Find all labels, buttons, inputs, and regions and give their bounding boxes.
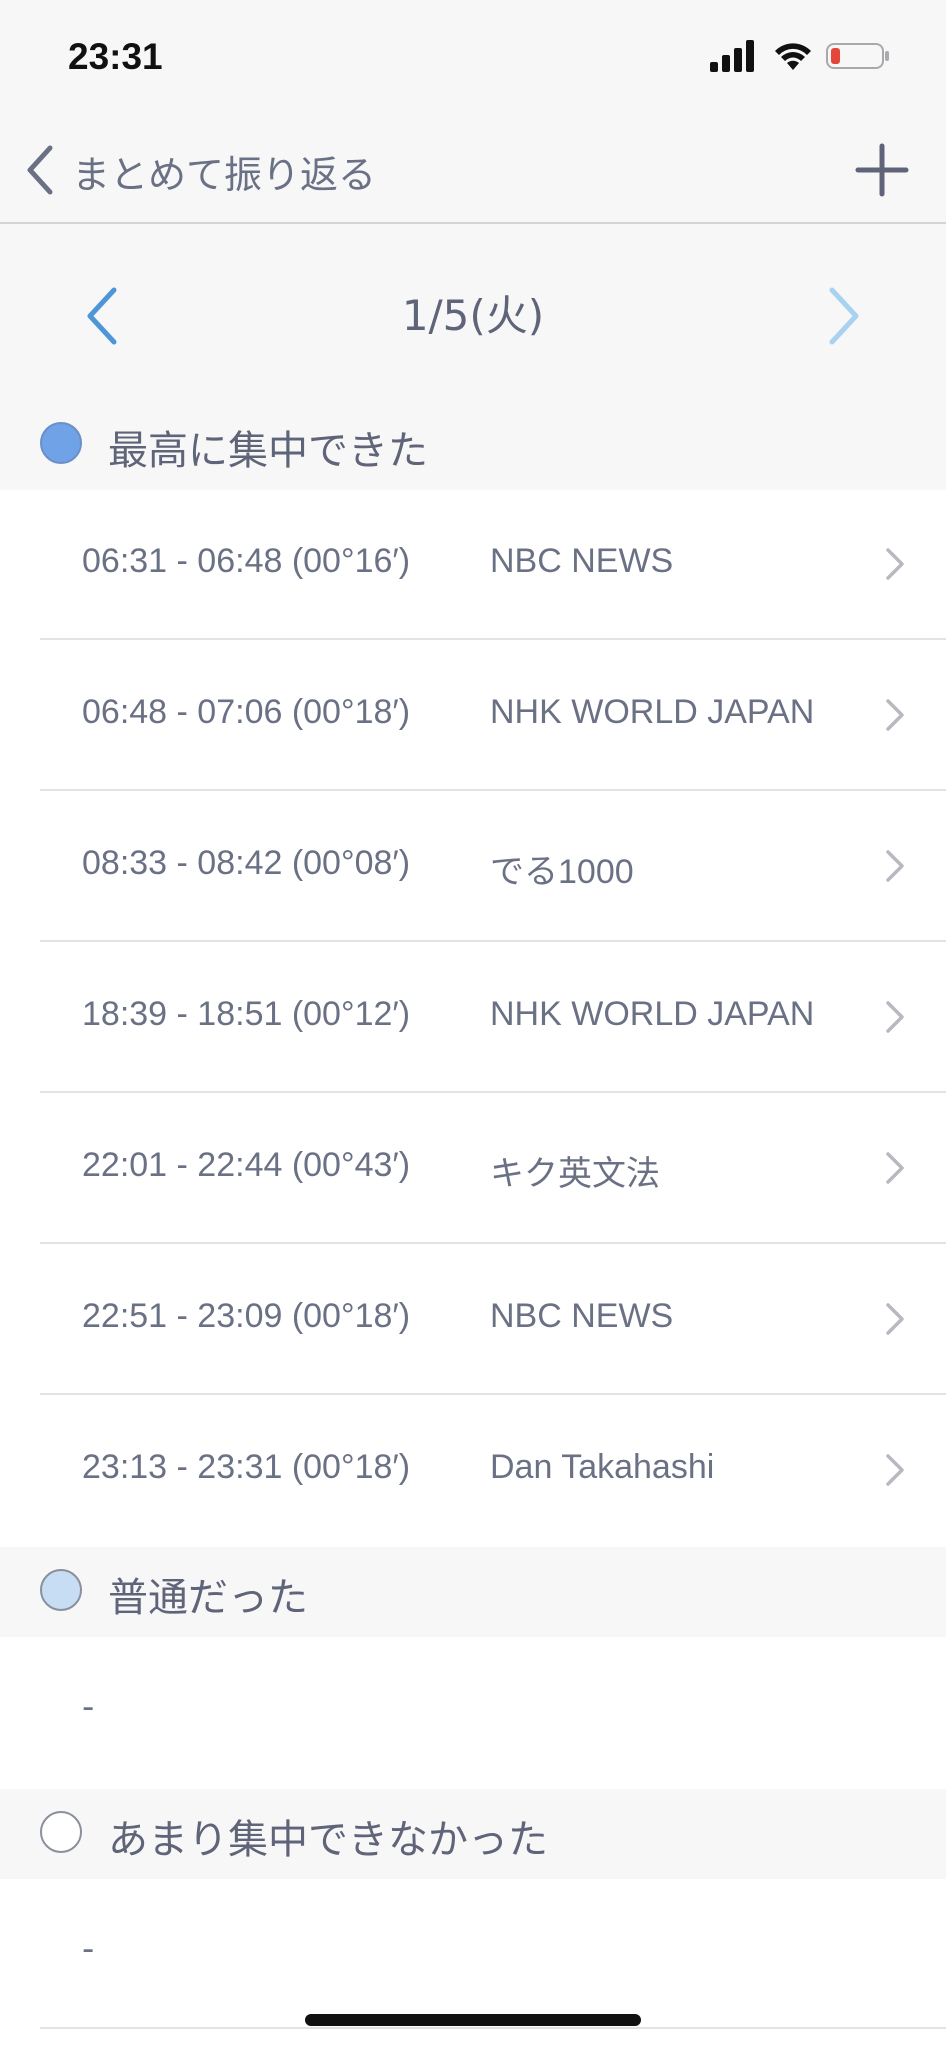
list-item[interactable]: 23:13 - 23:31 (00°18′) Dan Takahashi (0, 1396, 946, 1546)
chevron-right-icon (886, 699, 904, 731)
list-item[interactable]: 06:31 - 06:48 (00°16′) NBC NEWS (0, 490, 946, 640)
chevron-right-icon (886, 1001, 904, 1033)
focus-level-dot (40, 1811, 82, 1853)
focus-level-dot (40, 422, 82, 464)
row-divider (40, 638, 946, 640)
back-chevron-icon[interactable] (20, 140, 60, 200)
status-icons (710, 40, 910, 76)
cellular-signal-icon (710, 40, 754, 72)
add-icon[interactable] (854, 142, 910, 198)
session-time: 22:51 - 23:09 (00°18′) (82, 1297, 411, 1335)
home-indicator[interactable] (305, 2014, 641, 2026)
focus-level-dot (40, 1569, 82, 1611)
session-time: 22:01 - 22:44 (00°43′) (82, 1146, 411, 1184)
section-header-poor: あまり集中できなかった (0, 1789, 946, 1879)
row-divider (40, 1242, 946, 1244)
section-header-normal: 普通だった (0, 1547, 946, 1637)
session-title: Dan Takahashi (490, 1448, 715, 1486)
session-title: NBC NEWS (490, 1297, 674, 1335)
session-title: NBC NEWS (490, 542, 674, 580)
section-label: 普通だった (108, 1575, 308, 1621)
session-time: 08:33 - 08:42 (00°08′) (82, 844, 411, 882)
chevron-right-icon (886, 548, 904, 580)
session-time: 23:13 - 23:31 (00°18′) (82, 1448, 411, 1486)
empty-list-item: - (0, 1879, 946, 2029)
empty-placeholder: - (82, 1929, 95, 1969)
row-divider (40, 789, 946, 791)
current-date: 1/5(火) (401, 291, 545, 340)
row-divider (40, 1091, 946, 1093)
status-bar: 23:31 (0, 0, 946, 120)
session-title: NHK WORLD JAPAN (490, 995, 815, 1033)
next-day-icon[interactable] (824, 284, 864, 348)
empty-placeholder: - (82, 1687, 95, 1727)
row-divider (40, 940, 946, 942)
list-item[interactable]: 08:33 - 08:42 (00°08′) でる1000 (0, 792, 946, 942)
section-label: 最高に集中できた (108, 428, 428, 474)
row-divider (40, 1393, 946, 1395)
chevron-right-icon (886, 1152, 904, 1184)
battery-icon (826, 43, 889, 69)
list-item[interactable]: 18:39 - 18:51 (00°12′) NHK WORLD JAPAN (0, 943, 946, 1093)
empty-list-item: - (0, 1637, 946, 1787)
section-header-best: 最高に集中できた (0, 400, 946, 490)
session-title: NHK WORLD JAPAN (490, 693, 815, 731)
session-title: でる1000 (490, 853, 634, 891)
section-label: あまり集中できなかった (108, 1817, 548, 1863)
session-time: 18:39 - 18:51 (00°12′) (82, 995, 411, 1033)
chevron-right-icon (886, 850, 904, 882)
wifi-icon (775, 43, 811, 70)
list-item[interactable]: 06:48 - 07:06 (00°18′) NHK WORLD JAPAN (0, 641, 946, 791)
list-item[interactable]: 22:01 - 22:44 (00°43′) キク英文法 (0, 1094, 946, 1244)
session-title: キク英文法 (490, 1155, 660, 1193)
chevron-right-icon (886, 1454, 904, 1486)
status-time: 23:31 (68, 36, 163, 77)
session-time: 06:31 - 06:48 (00°16′) (82, 542, 411, 580)
back-button-label[interactable]: まとめて振り返る (72, 144, 376, 199)
navigation-bar: まとめて振り返る (0, 120, 946, 224)
session-time: 06:48 - 07:06 (00°18′) (82, 693, 411, 731)
list-item[interactable]: 22:51 - 23:09 (00°18′) NBC NEWS (0, 1245, 946, 1395)
row-divider (40, 2027, 946, 2029)
chevron-right-icon (886, 1303, 904, 1335)
